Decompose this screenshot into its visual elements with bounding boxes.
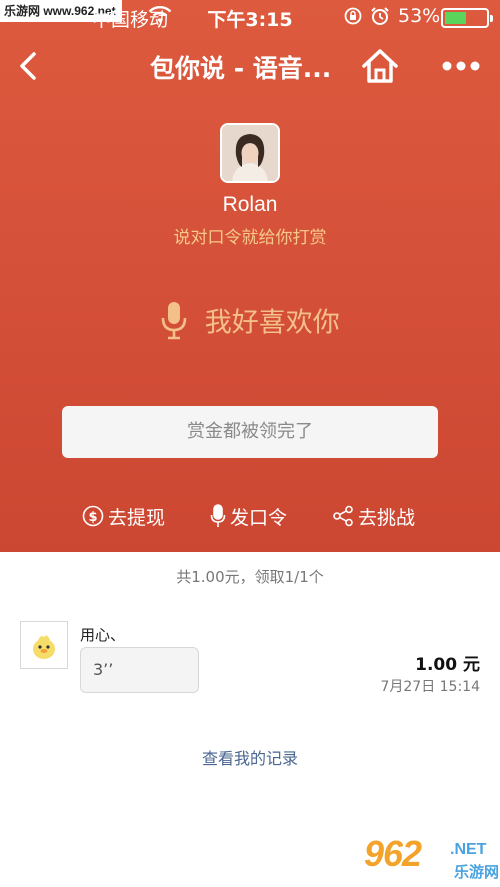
battery-percent: 53%: [398, 5, 441, 27]
challenge-label: 去挑战: [358, 506, 416, 529]
logo-domain: .NET: [450, 841, 487, 858]
reward-summary: 共1.00元，领取1/1个: [176, 568, 324, 586]
rotation-lock-icon: [344, 7, 362, 25]
record-amount: 1.00 元: [415, 655, 480, 675]
post-password-label: 发口令: [230, 506, 288, 529]
sender-username: Rolan: [222, 193, 278, 216]
battery-level-fill: [445, 12, 467, 24]
alarm-icon: [371, 7, 389, 25]
home-icon[interactable]: [360, 46, 400, 86]
more-options-icon[interactable]: [438, 50, 484, 82]
record-timestamp: 7月27日 15:14: [380, 679, 480, 695]
post-password-button[interactable]: 发口令: [210, 498, 287, 534]
logo-number: 962: [364, 833, 422, 874]
logo-name: 乐游网: [454, 863, 500, 881]
microphone-icon: [210, 504, 226, 527]
page-title: 包你说 - 语音...: [150, 54, 332, 83]
recipient-name: 用心、: [80, 626, 126, 644]
voice-message-bubble[interactable]: 3’’: [80, 647, 199, 693]
challenge-button[interactable]: 去挑战: [332, 498, 415, 534]
status-bar: 乐游网 www.962.net 中国移动 下午3:15 53%: [0, 0, 500, 34]
action-row: $ 去提现 发口令 去挑战: [0, 498, 500, 534]
battery-nub: [490, 15, 493, 22]
share-icon: [333, 505, 353, 527]
site-logo-watermark: 962 .NET 乐游网: [360, 833, 500, 887]
battery-icon: [441, 8, 493, 28]
recipient-avatar[interactable]: [20, 621, 68, 669]
microphone-icon: [161, 302, 187, 340]
duck-avatar-image: [33, 635, 55, 659]
voice-password-text: 我好喜欢你: [204, 307, 340, 339]
sender-tagline: 说对口令就给你打赏: [173, 228, 327, 248]
dollar-circle-icon: $: [82, 505, 104, 527]
reward-status-box: 赏金都被领完了: [62, 406, 438, 458]
voice-password-phrase[interactable]: 我好喜欢你: [0, 300, 500, 340]
back-arrow-icon[interactable]: [10, 48, 46, 84]
sender-avatar[interactable]: [220, 123, 280, 183]
view-my-records-link[interactable]: 查看我的记录: [0, 745, 500, 769]
svg-text:$: $: [88, 510, 97, 525]
avatar-photo: [222, 125, 278, 181]
withdraw-label: 去提现: [108, 506, 166, 529]
nav-bar: 包你说 - 语音...: [0, 40, 500, 92]
withdraw-button[interactable]: $ 去提现: [82, 498, 165, 534]
